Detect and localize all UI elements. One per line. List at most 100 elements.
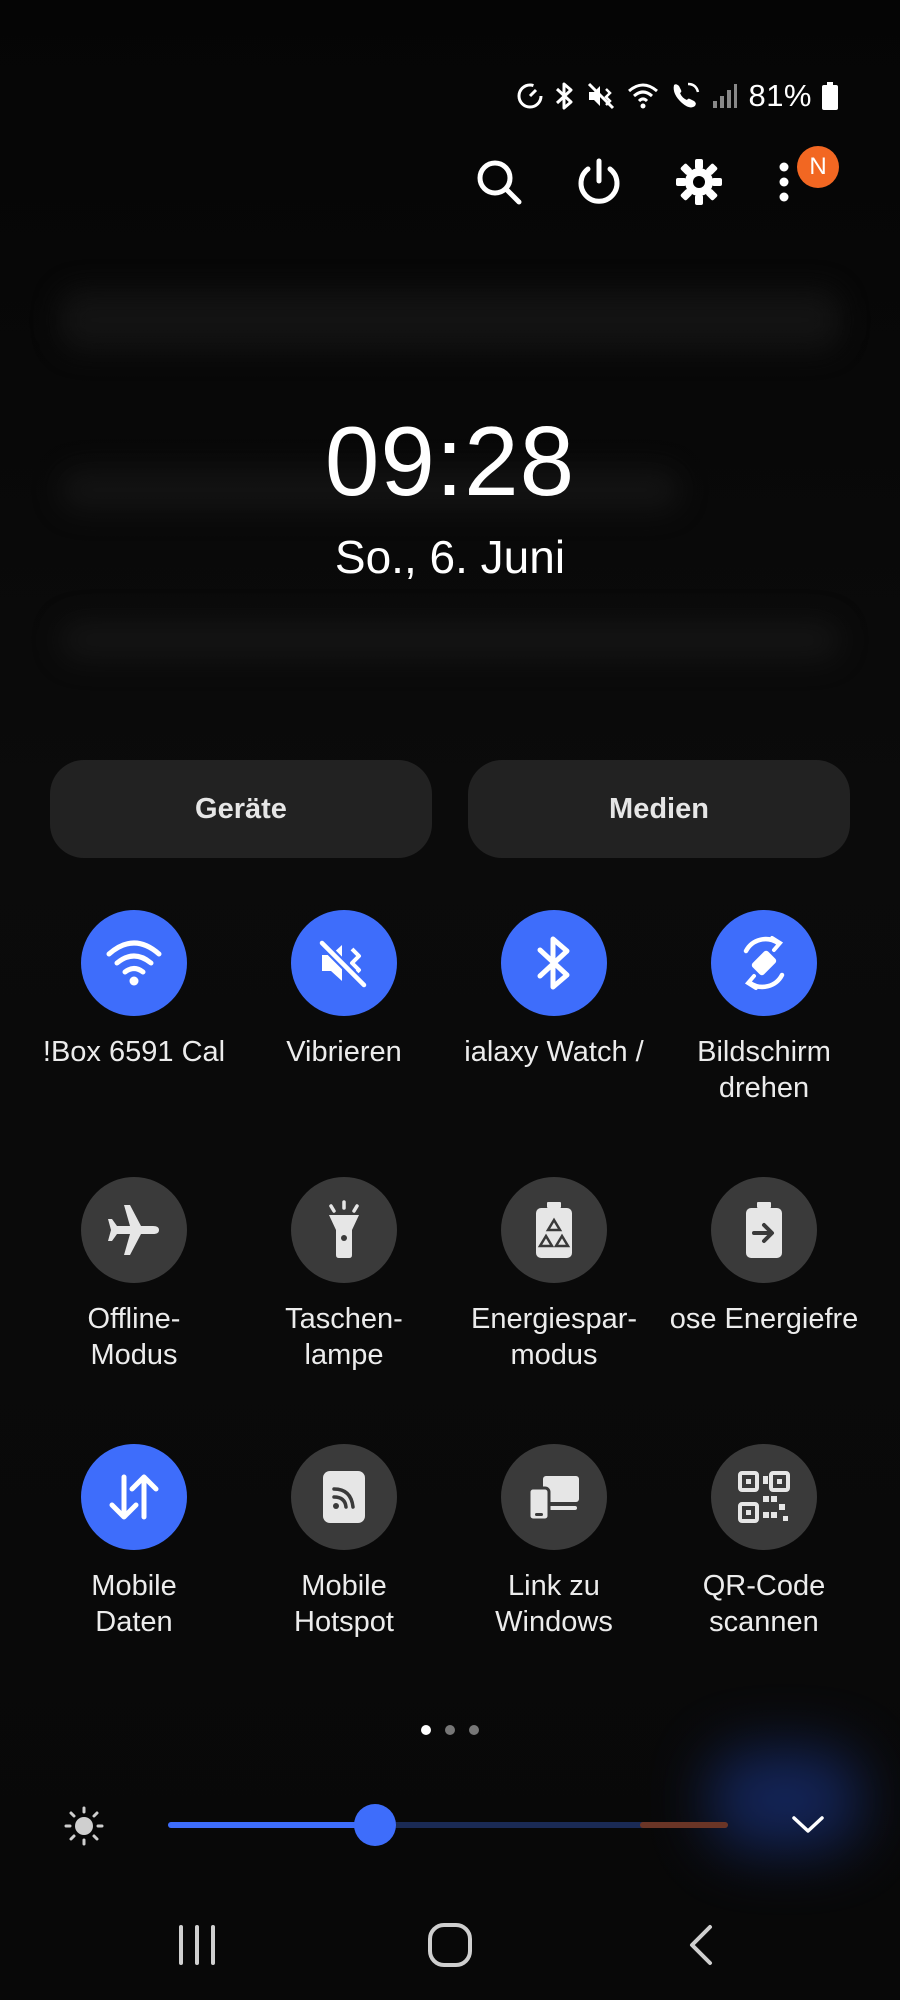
tile-bluetooth-toggle[interactable]	[501, 910, 607, 1016]
expand-button[interactable]	[780, 1800, 836, 1850]
tile-airplane-toggle[interactable]	[81, 1177, 187, 1283]
tile-flashlight-toggle[interactable]	[291, 1177, 397, 1283]
tile-airplane[interactable]: Offline- Modus	[29, 1177, 239, 1373]
qr-code-icon	[738, 1471, 790, 1523]
hotspot-icon	[323, 1471, 365, 1523]
tile-label-line: Windows	[495, 1606, 613, 1638]
tile-qr-code-toggle[interactable]	[711, 1444, 817, 1550]
tile-hotspot[interactable]: Mobile Hotspot	[239, 1444, 449, 1640]
mobile-data-icon	[109, 1474, 159, 1520]
devices-button[interactable]: Geräte	[50, 760, 432, 858]
tile-label-line: Taschen-	[285, 1303, 403, 1335]
tile-label: Taschen-lampe	[239, 1301, 449, 1373]
tile-label-line: QR-Code	[702, 1570, 826, 1602]
tile-label-line: Mobile	[301, 1570, 387, 1602]
bluetooth-icon	[537, 936, 570, 990]
tile-label-line: modus	[510, 1339, 598, 1371]
tile-power-saving-toggle[interactable]	[501, 1177, 607, 1283]
tile-wireless-powershare-toggle[interactable]	[711, 1177, 817, 1283]
page-dot-2[interactable]	[445, 1725, 455, 1735]
battery-icon	[822, 82, 838, 110]
vibrate-icon	[586, 81, 616, 111]
blurred-notification	[60, 620, 840, 660]
wifi-icon	[106, 940, 162, 986]
tile-label-line: Daten	[95, 1606, 173, 1638]
brightness-slider-thumb[interactable]	[354, 1804, 397, 1846]
tile-label-line: ose Energiefre	[669, 1303, 859, 1335]
bluetooth-icon	[554, 81, 576, 111]
search-icon	[477, 160, 522, 205]
clock-time[interactable]: 09:28	[0, 405, 900, 518]
tile-label-line: Link zu	[508, 1570, 600, 1602]
page-dot-3[interactable]	[469, 1725, 479, 1735]
signal-icon	[712, 83, 738, 109]
recents-icon	[179, 1925, 215, 1965]
battery-percent: 81%	[748, 78, 812, 113]
flashlight-icon	[329, 1200, 359, 1258]
tile-bluetooth[interactable]: ialaxy Watch /	[449, 910, 659, 1070]
airplane-icon	[108, 1205, 159, 1255]
brightness-icon	[63, 1805, 105, 1852]
wifi-calling-icon	[670, 81, 702, 111]
tile-label-line: Hotspot	[294, 1606, 394, 1638]
tile-label: Mobile Hotspot	[239, 1568, 449, 1640]
tile-label: Link zu Windows	[449, 1568, 659, 1640]
tile-auto-rotate[interactable]: Bildschirm drehen	[659, 910, 869, 1106]
status-bar: 81%	[516, 78, 838, 113]
tile-wireless-powershare[interactable]: ose Energiefre	[659, 1177, 869, 1337]
wireless-powershare-icon	[746, 1202, 782, 1258]
tile-label-line: ialaxy Watch /	[464, 1036, 644, 1068]
tile-label-line: lampe	[304, 1339, 384, 1371]
tile-label-line: Modus	[90, 1339, 178, 1371]
tile-link-to-windows[interactable]: Link zu Windows	[449, 1444, 659, 1640]
home-icon	[428, 1923, 472, 1967]
page-dot-1[interactable]	[421, 1725, 431, 1735]
navigation-bar	[0, 1905, 900, 1985]
tile-label: Vibrieren	[239, 1034, 449, 1070]
power-button[interactable]	[567, 150, 631, 214]
search-button[interactable]	[467, 150, 531, 214]
link-to-windows-icon	[527, 1476, 579, 1522]
brightness-slider-warm-zone	[640, 1822, 728, 1828]
blurred-notification	[60, 290, 840, 350]
home-button[interactable]	[410, 1905, 490, 1985]
tile-label: Energiespar-modus	[449, 1301, 659, 1373]
power-saving-icon	[536, 1202, 572, 1258]
tile-mobile-data[interactable]: Mobile Daten	[29, 1444, 239, 1640]
tile-qr-code[interactable]: QR-Code scannen	[659, 1444, 869, 1640]
chevron-down-icon	[792, 1816, 824, 1833]
page-indicator[interactable]	[0, 1725, 900, 1735]
tile-power-saving[interactable]: Energiespar-modus	[449, 1177, 659, 1373]
tile-label: Offline- Modus	[29, 1301, 239, 1373]
settings-button[interactable]	[667, 150, 731, 214]
tile-label-line: Vibrieren	[286, 1036, 402, 1068]
tile-flashlight[interactable]: Taschen-lampe	[239, 1177, 449, 1373]
tile-label-line: !Box 6591 Cal	[42, 1036, 226, 1068]
tile-label-line: Offline-	[87, 1303, 181, 1335]
tile-mobile-data-toggle[interactable]	[81, 1444, 187, 1550]
tile-vibrate[interactable]: Vibrieren	[239, 910, 449, 1070]
back-button[interactable]	[661, 1905, 741, 1985]
vibrate-icon	[318, 939, 368, 989]
tile-wifi[interactable]: !Box 6591 Cal	[29, 910, 239, 1070]
media-button[interactable]: Medien	[468, 760, 850, 858]
tile-label-line: scannen	[709, 1606, 819, 1638]
tile-auto-rotate-toggle[interactable]	[711, 910, 817, 1016]
recents-button[interactable]	[157, 1905, 237, 1985]
brightness-slider-fill	[168, 1822, 376, 1828]
tile-wifi-toggle[interactable]	[81, 910, 187, 1016]
power-icon	[578, 158, 620, 204]
tile-label: Bildschirm drehen	[659, 1034, 869, 1106]
notification-badge: N	[797, 146, 839, 188]
clock-date[interactable]: So., 6. Juni	[0, 530, 900, 584]
data-saver-icon	[516, 82, 544, 110]
tile-vibrate-toggle[interactable]	[291, 910, 397, 1016]
tile-label: QR-Code scannen	[659, 1568, 869, 1640]
tile-label: Mobile Daten	[29, 1568, 239, 1640]
tile-link-to-windows-toggle[interactable]	[501, 1444, 607, 1550]
tile-hotspot-toggle[interactable]	[291, 1444, 397, 1550]
tile-label-line: Energiespar-	[470, 1303, 638, 1335]
settings-icon	[676, 159, 722, 205]
tile-label: !Box 6591 Cal	[29, 1034, 239, 1070]
back-icon	[690, 1925, 712, 1965]
